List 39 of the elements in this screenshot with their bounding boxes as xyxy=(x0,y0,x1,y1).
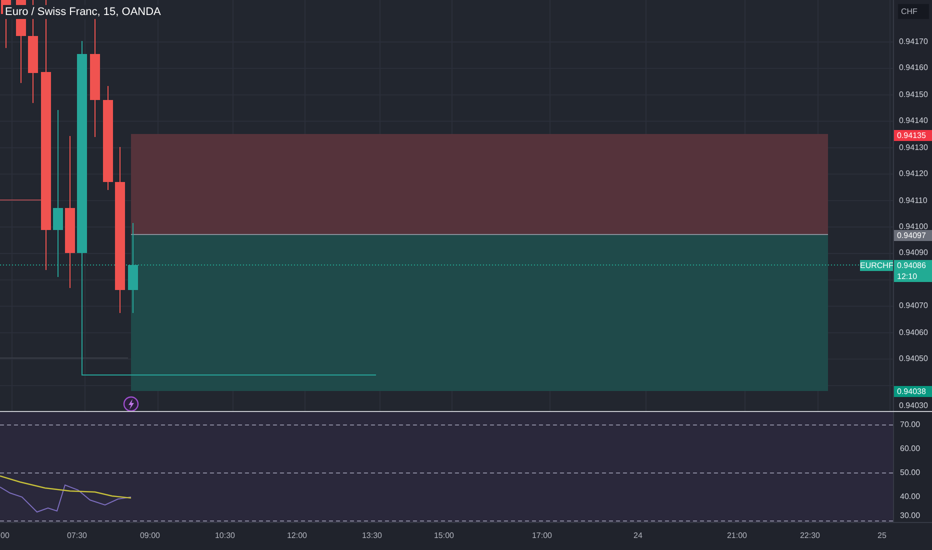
lightning-icon[interactable] xyxy=(123,396,139,411)
time-label: 07:30 xyxy=(66,531,88,541)
price-value: 0.94135 xyxy=(897,130,927,141)
price-tick: 0.94120 xyxy=(899,169,928,180)
time-label: 10:30 xyxy=(214,531,236,541)
time-label: 12:00 xyxy=(286,531,308,541)
price-value: 0.94086 xyxy=(897,260,927,271)
price-tick: 0.94110 xyxy=(899,196,928,206)
price-tick: 0.94070 xyxy=(899,301,928,312)
time-label: 13:30 xyxy=(362,531,382,541)
indicator-tick: 60.00 xyxy=(900,444,920,454)
currency-button[interactable]: CHF xyxy=(898,4,929,19)
price-tick: 0.94090 xyxy=(899,248,928,258)
indicator-tick: 70.00 xyxy=(900,420,920,430)
time-label: 00 xyxy=(0,531,10,541)
indicator-tick: 40.00 xyxy=(900,492,920,502)
chart-title: Euro / Swiss Franc, 15, OANDA xyxy=(3,5,163,19)
time-label: 24 xyxy=(634,531,642,541)
time-label: 25 xyxy=(878,531,886,541)
time-label: 09:00 xyxy=(140,531,160,541)
price-tick: 0.94150 xyxy=(899,90,928,100)
price-tick: 0.94130 xyxy=(899,142,928,153)
price-tick: 0.94050 xyxy=(899,354,928,364)
price-tick: 0.94060 xyxy=(899,328,928,338)
price-tick: 0.94140 xyxy=(899,116,928,126)
countdown: 12:10 xyxy=(897,271,918,282)
time-label: 17:00 xyxy=(532,531,552,541)
price-tick: 0.94100 xyxy=(899,222,928,232)
price-value: 0.94038 xyxy=(897,386,927,397)
indicator-tick: 30.00 xyxy=(900,511,920,521)
price-tick: 0.94160 xyxy=(899,63,928,74)
price-tick: 0.94030 xyxy=(899,401,928,411)
time-label: 15:00 xyxy=(434,531,454,541)
time-label: 21:00 xyxy=(726,531,748,541)
symbol-label: EURCHF xyxy=(860,260,893,271)
indicator-tick: 50.00 xyxy=(900,468,920,478)
price-value: 0.94097 xyxy=(897,230,927,241)
price-tick: 0.94170 xyxy=(899,37,928,47)
time-label: 22:30 xyxy=(800,531,820,541)
